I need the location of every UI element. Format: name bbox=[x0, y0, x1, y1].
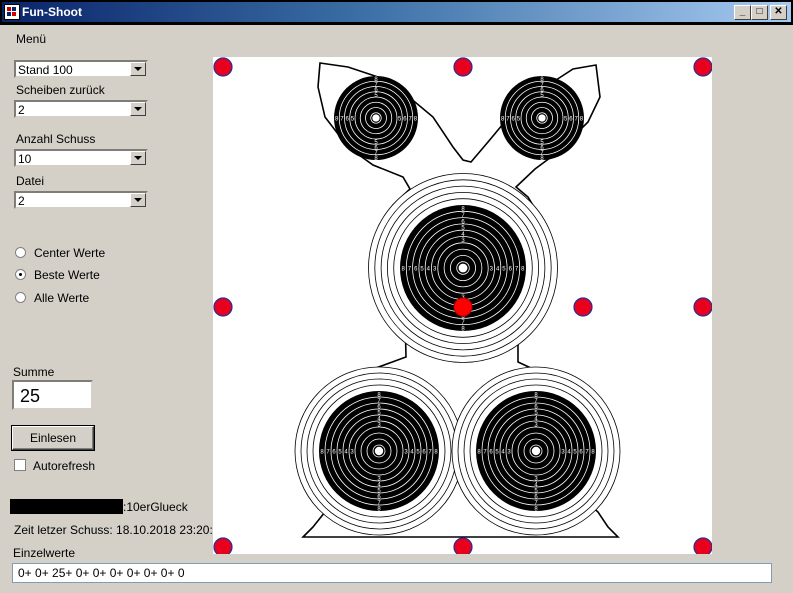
window-title: Fun-Shoot bbox=[22, 5, 82, 19]
stand-value: Stand 100 bbox=[18, 63, 73, 77]
radio-center-werte[interactable] bbox=[15, 247, 26, 258]
datei-value: 2 bbox=[18, 194, 25, 208]
radio-center-werte-label[interactable]: Center Werte bbox=[34, 246, 105, 260]
chevron-down-icon[interactable] bbox=[130, 102, 146, 116]
calibration-marker bbox=[213, 57, 233, 77]
target-center bbox=[374, 446, 384, 456]
last-shot-time: Zeit letzer Schuss: 18.10.2018 23:20:51 bbox=[14, 523, 227, 537]
autorefresh-label[interactable]: Autorefresh bbox=[33, 459, 95, 473]
radio-beste-werte-label[interactable]: Beste Werte bbox=[34, 268, 100, 282]
einzelwerte-field[interactable]: 0+ 0+ 25+ 0+ 0+ 0+ 0+ 0+ 0+ 0 bbox=[12, 563, 772, 583]
bunny-target: 8888777766665555444433338888777766665555… bbox=[213, 57, 712, 554]
bullseye-bottom-left: 888 8777 7666 6555 5444 4333 3 bbox=[294, 366, 464, 536]
datei-label: Datei bbox=[16, 174, 45, 188]
chevron-down-icon[interactable] bbox=[130, 193, 146, 207]
target-center bbox=[531, 446, 541, 456]
summe-label: Summe bbox=[13, 365, 55, 379]
maximize-button[interactable]: □ bbox=[751, 5, 768, 20]
calibration-marker bbox=[213, 297, 233, 317]
calibration-marker bbox=[573, 297, 593, 317]
anzahl-label: Anzahl Schuss bbox=[16, 132, 96, 146]
summe-value: 25 bbox=[20, 386, 41, 406]
close-button[interactable]: ✕ bbox=[770, 5, 787, 20]
chevron-down-icon[interactable] bbox=[130, 62, 146, 76]
einzelwerte-label: Einzelwerte bbox=[13, 546, 76, 560]
calibration-marker bbox=[693, 297, 712, 317]
redacted-username bbox=[10, 499, 123, 514]
scheiben-combo[interactable]: 2 bbox=[14, 100, 148, 118]
calibration-marker bbox=[693, 57, 712, 77]
user-suffix: :10erGlueck bbox=[123, 500, 188, 514]
target-center bbox=[458, 263, 468, 273]
menu-bar bbox=[0, 25, 793, 52]
autorefresh-checkbox[interactable] bbox=[14, 459, 26, 471]
stand-combo[interactable]: Stand 100 bbox=[14, 60, 148, 78]
summe-field[interactable]: 25 bbox=[12, 380, 93, 410]
radio-alle-werte-label[interactable]: Alle Werte bbox=[34, 291, 89, 305]
app-icon[interactable] bbox=[4, 4, 20, 20]
einzelwerte-value: 0+ 0+ 25+ 0+ 0+ 0+ 0+ 0+ 0+ 0 bbox=[18, 566, 185, 580]
bullseye-bottom-right: 888 8777 7666 6555 5444 4333 3 bbox=[451, 366, 621, 536]
anzahl-combo[interactable]: 10 bbox=[14, 149, 148, 167]
datei-combo[interactable]: 2 bbox=[14, 191, 148, 209]
calibration-marker bbox=[693, 537, 712, 554]
shot-hit-marker[interactable] bbox=[453, 297, 473, 317]
target-panel[interactable]: 8888777766665555444433338888777766665555… bbox=[213, 57, 712, 554]
radio-alle-werte[interactable] bbox=[15, 292, 26, 303]
chevron-down-icon[interactable] bbox=[130, 151, 146, 165]
einlesen-button[interactable]: Einlesen bbox=[11, 425, 95, 451]
menu-item-menue[interactable]: Menü bbox=[16, 32, 46, 46]
scheiben-label: Scheiben zurück bbox=[16, 83, 105, 97]
radio-beste-werte[interactable] bbox=[15, 269, 26, 280]
minimize-button[interactable]: _ bbox=[734, 5, 751, 20]
calibration-marker bbox=[213, 537, 233, 554]
target-center bbox=[372, 114, 380, 122]
scheiben-value: 2 bbox=[18, 103, 25, 117]
anzahl-value: 10 bbox=[18, 152, 32, 166]
calibration-marker bbox=[453, 537, 473, 554]
title-bar[interactable] bbox=[0, 0, 793, 25]
bullseye-center: 888877776666555544443333 bbox=[368, 173, 558, 363]
target-center bbox=[538, 114, 546, 122]
calibration-marker bbox=[453, 57, 473, 77]
